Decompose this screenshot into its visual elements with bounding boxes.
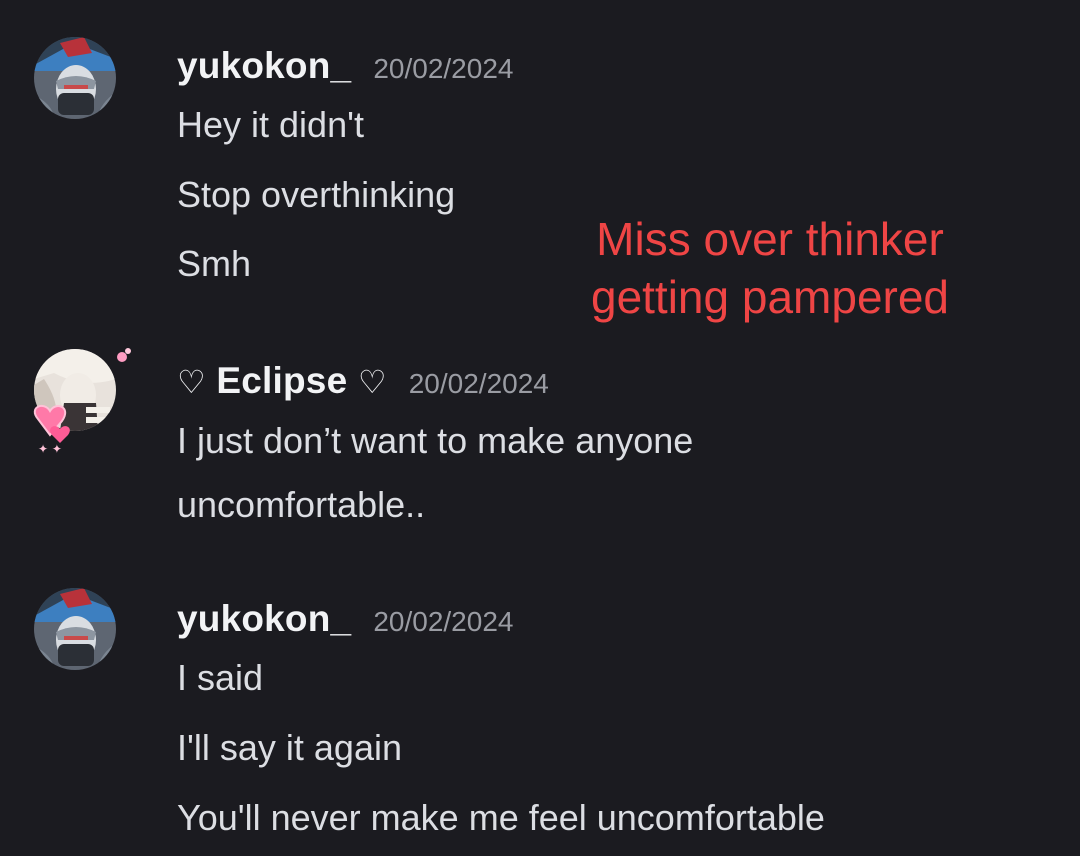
avatar-image: [34, 37, 116, 119]
message-text: Hey it didn't: [177, 104, 364, 145]
timestamp: 20/02/2024: [373, 606, 514, 637]
message-header: yukokon_ 20/02/2024: [177, 45, 513, 87]
username[interactable]: yukokon_: [177, 598, 351, 640]
avatar[interactable]: [34, 37, 116, 119]
username-text: Eclipse: [216, 360, 348, 401]
message-header: yukokon_ 20/02/2024: [177, 598, 513, 640]
message-text: I just don’t want to make anyone: [177, 420, 694, 461]
timestamp: 20/02/2024: [408, 368, 549, 399]
avatar-image: ✦ ✦: [33, 348, 131, 456]
message-text: You'll never make me feel uncomfortable: [177, 797, 825, 838]
svg-text:✦ ✦: ✦ ✦: [38, 442, 62, 456]
heart-icon: ♡: [357, 364, 387, 400]
message-header: ♡ Eclipse ♡ 20/02/2024: [177, 360, 549, 402]
message-text: Stop overthinking: [177, 174, 456, 215]
message-text: uncomfortable..: [177, 484, 426, 525]
message-text: Smh: [177, 243, 252, 284]
message-text: I said: [177, 657, 264, 698]
message-text: I'll say it again: [177, 727, 402, 768]
annotation-line: getting pampered: [590, 271, 950, 323]
username[interactable]: yukokon_: [177, 45, 351, 87]
avatar-image: [34, 588, 116, 670]
annotation-line: Miss over thinker: [596, 213, 944, 265]
username[interactable]: ♡ Eclipse ♡: [177, 360, 387, 402]
avatar[interactable]: ✦ ✦: [33, 348, 131, 456]
heart-icon: ♡: [177, 364, 206, 400]
timestamp: 20/02/2024: [373, 53, 514, 84]
annotation-overlay: Miss over thinker getting pampered: [560, 210, 980, 326]
avatar[interactable]: [34, 588, 116, 670]
